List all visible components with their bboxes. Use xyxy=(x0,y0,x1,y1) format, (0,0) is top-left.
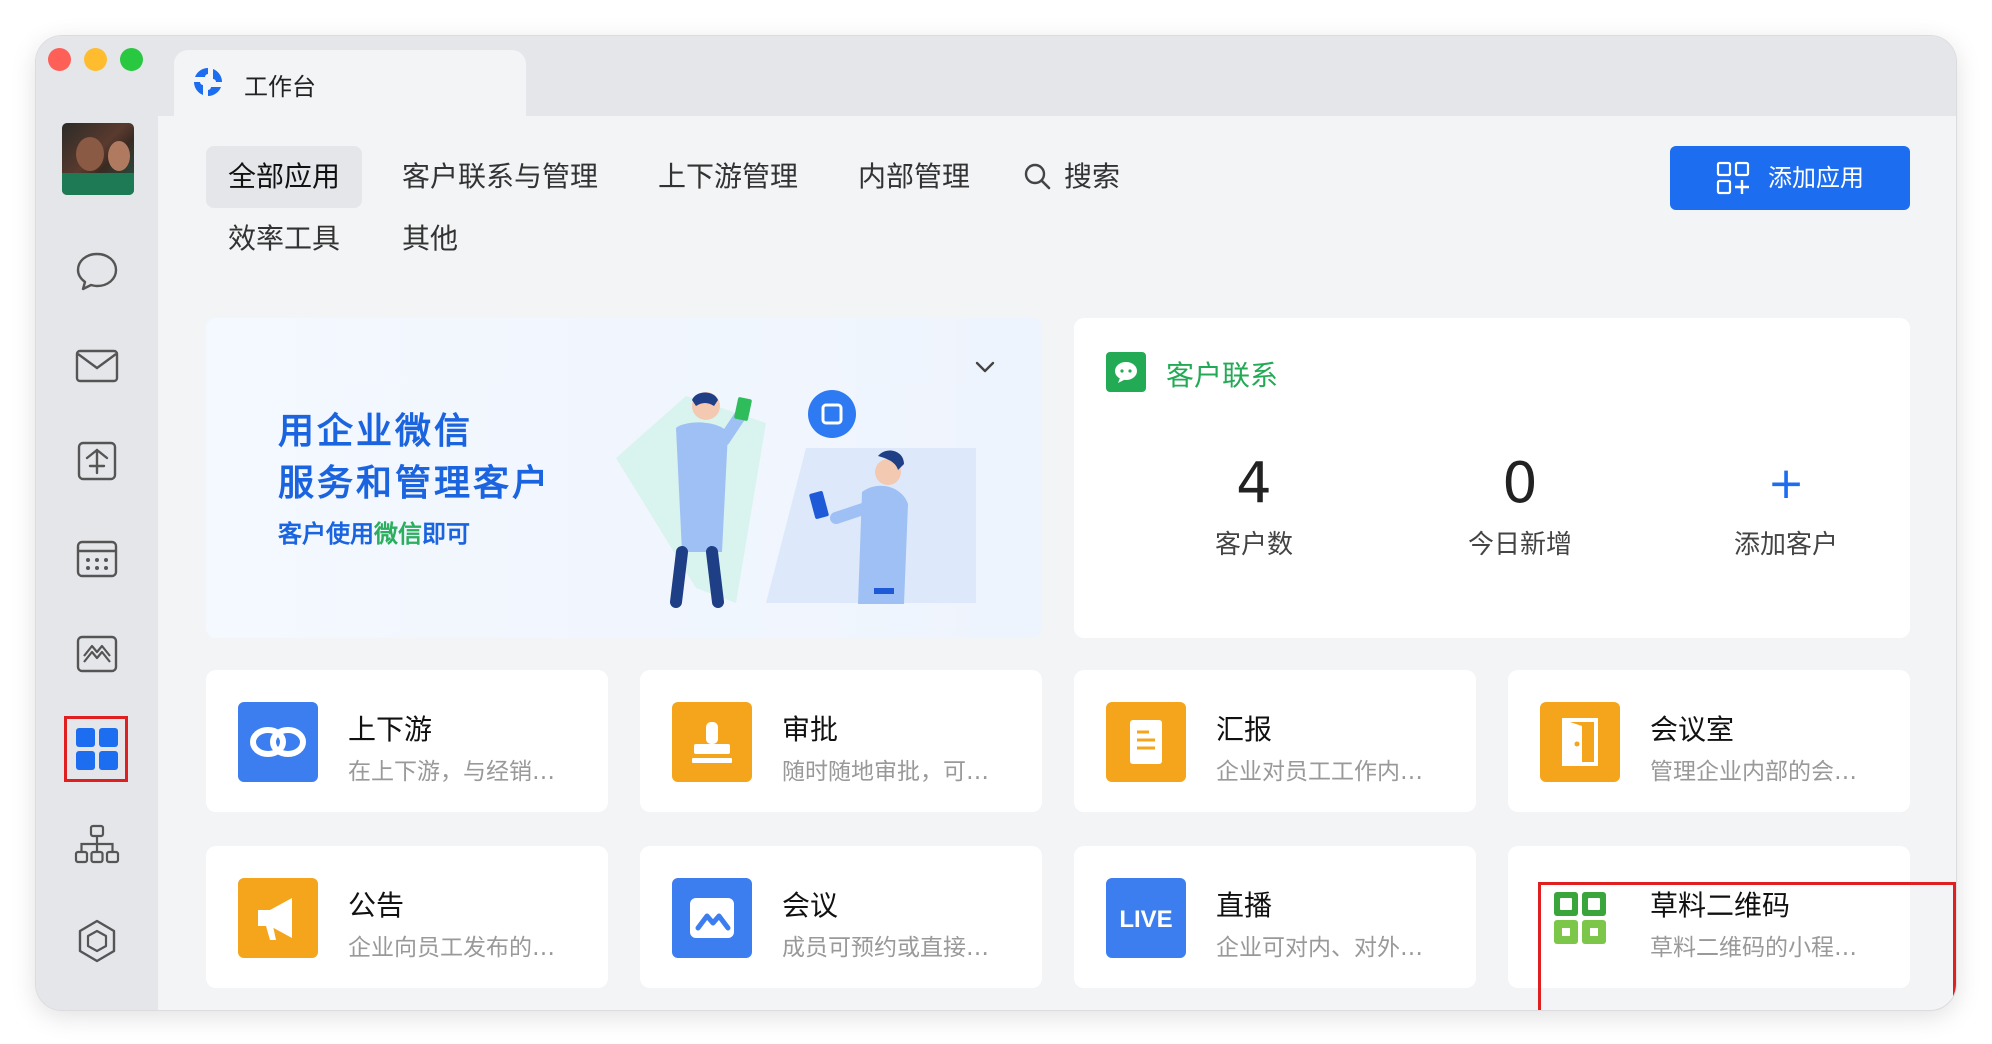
app-card-report[interactable]: 汇报 企业对员工工作内… xyxy=(1074,670,1476,812)
app-desc: 随时随地审批，可… xyxy=(782,759,989,785)
qrcode-app-highlight xyxy=(1538,882,1956,1010)
app-desc: 成员可预约或直接… xyxy=(782,935,989,961)
app-window: 工作台 全部应用 客户联系与管理 上下游管理 内部管理 搜索 效率工具 其他 添… xyxy=(36,36,1956,1010)
close-window-button[interactable] xyxy=(48,48,71,71)
app-card-live[interactable]: LIVE 直播 企业可对内、对外… xyxy=(1074,846,1476,988)
stamp-icon xyxy=(672,702,752,782)
add-app-label: 添加应用 xyxy=(1768,164,1864,192)
search-button[interactable]: 搜索 xyxy=(1000,146,1142,208)
app-name: 会议 xyxy=(782,889,839,922)
promo-banner[interactable]: 用企业微信 服务和管理客户 客户使用微信即可 xyxy=(206,318,1042,638)
app-card-meeting-room[interactable]: 会议室 管理企业内部的会… xyxy=(1508,670,1910,812)
megaphone-icon xyxy=(238,878,318,958)
stat-label: 添加客户 xyxy=(1733,530,1838,560)
app-name: 公告 xyxy=(348,889,405,922)
add-app-icon xyxy=(1716,161,1750,195)
app-name: 会议室 xyxy=(1650,713,1735,746)
report-icon xyxy=(1106,702,1186,782)
banner-title-line2: 服务和管理客户 xyxy=(278,463,552,504)
stat-new-today[interactable]: 0 今日新增 xyxy=(1420,448,1620,561)
wechat-chat-icon xyxy=(1106,352,1146,392)
live-icon: LIVE xyxy=(1106,878,1186,958)
stat-value: 0 xyxy=(1502,451,1538,516)
minimize-window-button[interactable] xyxy=(84,48,107,71)
plus-icon: + xyxy=(1767,458,1805,509)
search-label: 搜索 xyxy=(1064,160,1121,193)
app-name: 直播 xyxy=(1216,889,1273,922)
app-desc: 管理企业内部的会… xyxy=(1650,759,1857,785)
tab-workbench[interactable]: 工作台 xyxy=(174,50,526,116)
messages-icon[interactable] xyxy=(72,246,122,296)
meeting-nav-icon[interactable] xyxy=(72,629,122,679)
banner-title-line1: 用企业微信 xyxy=(278,411,474,452)
app-name: 审批 xyxy=(782,713,839,746)
app-card-announcement[interactable]: 公告 企业向员工发布的… xyxy=(206,846,608,988)
category-internal-management[interactable]: 内部管理 xyxy=(836,146,992,208)
contacts-org-icon[interactable] xyxy=(72,820,122,870)
app-card-meeting[interactable]: 会议 成员可预约或直接… xyxy=(640,846,1042,988)
tab-title: 工作台 xyxy=(244,73,316,101)
add-app-button[interactable]: 添加应用 xyxy=(1670,146,1910,210)
app-desc: 企业向员工发布的… xyxy=(348,935,555,961)
app-desc: 企业可对内、对外… xyxy=(1216,935,1423,961)
mail-icon[interactable] xyxy=(72,341,122,391)
category-other[interactable]: 其他 xyxy=(380,208,480,270)
meeting-icon xyxy=(672,878,752,958)
cube-icon[interactable] xyxy=(72,916,122,966)
app-name: 汇报 xyxy=(1216,713,1273,746)
stat-label: 客户数 xyxy=(1214,530,1293,560)
active-nav-highlight xyxy=(64,716,128,782)
customer-contact-card[interactable]: 客户联系 4 客户数 0 今日新增 + 添加客户 xyxy=(1074,318,1910,638)
app-desc: 在上下游，与经销… xyxy=(348,759,555,785)
category-upstream-downstream[interactable]: 上下游管理 xyxy=(636,146,820,208)
category-all-apps[interactable]: 全部应用 xyxy=(206,146,363,208)
zoom-window-button[interactable] xyxy=(120,48,143,71)
stat-customer-count[interactable]: 4 客户数 xyxy=(1154,448,1354,561)
stat-label: 今日新增 xyxy=(1467,530,1572,560)
banner-illustration xyxy=(616,390,976,608)
category-customer-management[interactable]: 客户联系与管理 xyxy=(380,146,620,208)
app-card-approval[interactable]: 审批 随时随地审批，可… xyxy=(640,670,1042,812)
calendar-icon[interactable] xyxy=(72,533,122,583)
customer-contact-title: 客户联系 xyxy=(1166,359,1279,392)
svg-text:LIVE: LIVE xyxy=(1119,906,1172,933)
stat-value: 4 xyxy=(1236,451,1272,516)
category-efficiency-tools[interactable]: 效率工具 xyxy=(206,208,362,270)
app-card-upstream[interactable]: 上下游 在上下游，与经销… xyxy=(206,670,608,812)
workbench-logo-icon xyxy=(192,66,224,98)
door-icon xyxy=(1540,702,1620,782)
avatar[interactable] xyxy=(62,123,134,195)
app-desc: 企业对员工工作内… xyxy=(1216,759,1423,785)
link-icon xyxy=(238,702,318,782)
banner-subtitle: 客户使用微信即可 xyxy=(278,520,470,548)
docs-icon[interactable] xyxy=(72,436,122,486)
sidebar xyxy=(36,36,158,1010)
chevron-down-icon[interactable] xyxy=(972,354,998,380)
search-icon xyxy=(1024,163,1051,190)
app-name: 上下游 xyxy=(348,713,433,746)
add-customer-button[interactable]: + 添加客户 xyxy=(1686,448,1886,561)
